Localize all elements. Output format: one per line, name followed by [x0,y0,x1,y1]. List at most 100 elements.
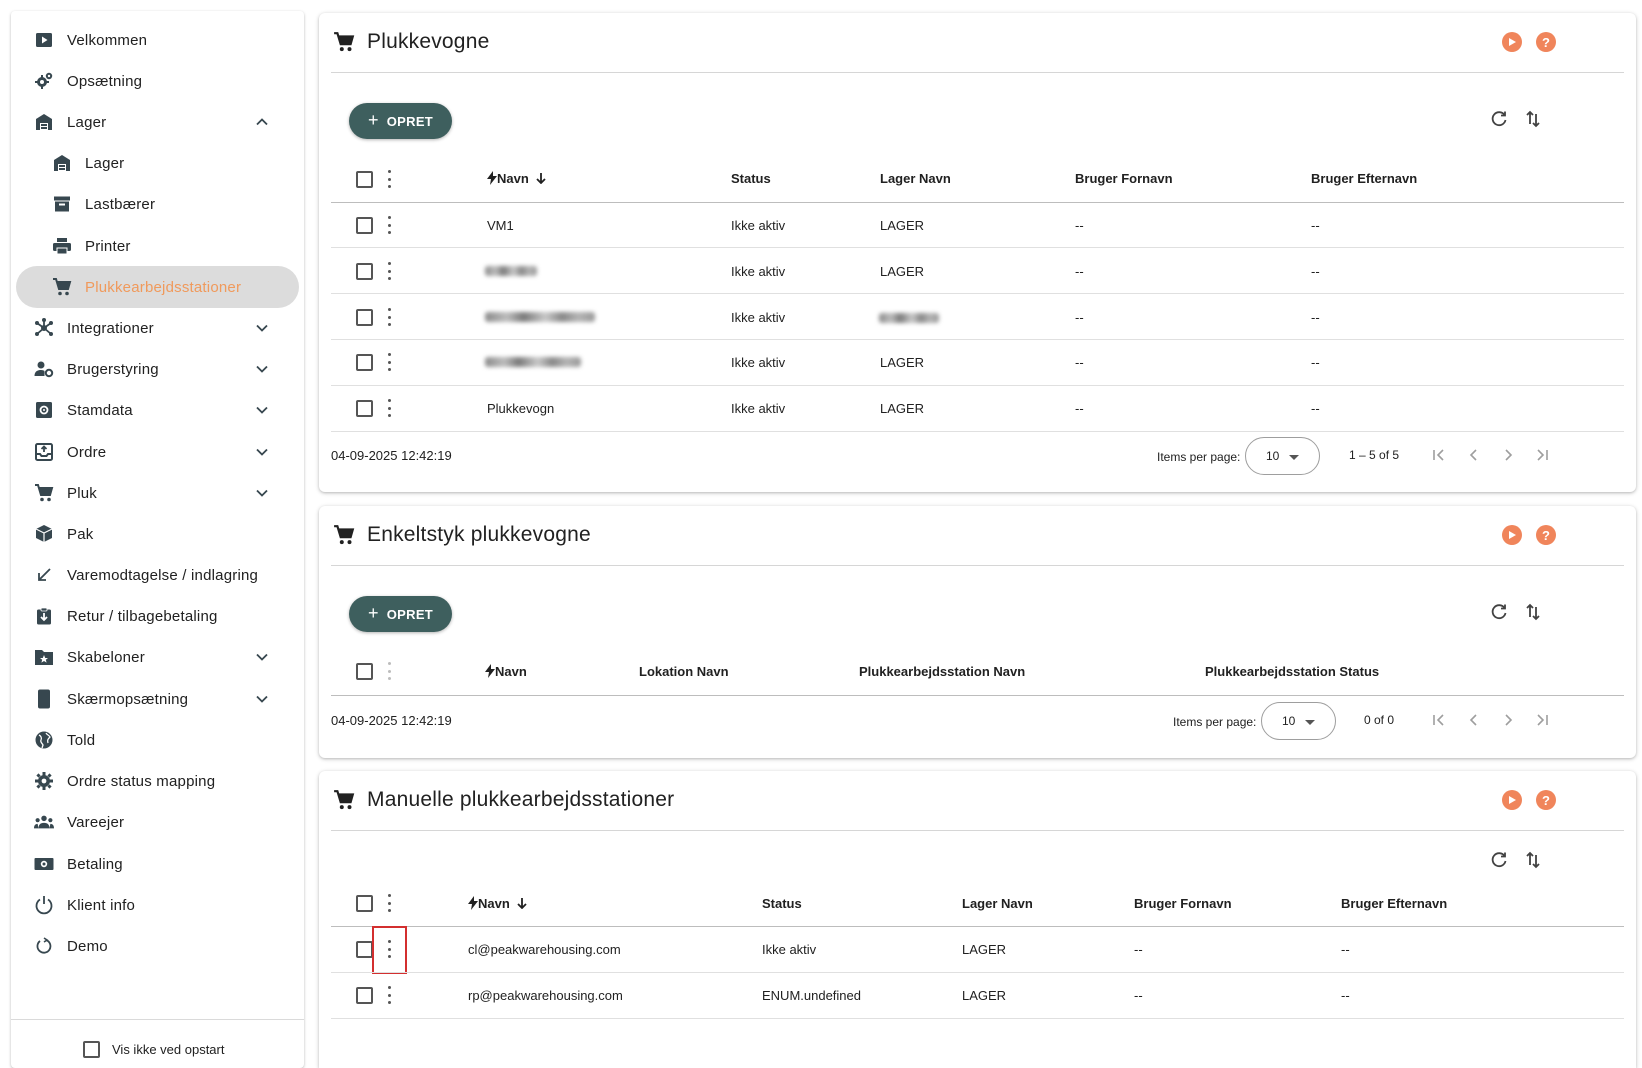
sidebar-item-betaling[interactable]: Betaling [16,843,299,885]
row-checkbox[interactable] [356,309,373,326]
sidebar-item-label: Opsætning [67,72,143,90]
row-menu-icon[interactable] [386,308,392,326]
column-header-bruger-fornavn[interactable]: Bruger Fornavn [1134,896,1232,911]
create-button[interactable]: + OPRET [349,103,452,139]
column-header-navn[interactable]: Navn [487,171,547,186]
play-tutorial-icon[interactable] [1502,525,1522,545]
play-tutorial-icon[interactable] [1502,32,1522,52]
column-header-bruger-efternavn[interactable]: Bruger Efternavn [1311,171,1417,186]
create-button[interactable]: + OPRET [349,596,452,632]
column-header-lager-navn[interactable]: Lager Navn [962,896,1033,911]
sort-icon[interactable] [1523,109,1545,131]
arrow-bottom-left-icon [34,565,54,585]
cell-fornavn: -- [1075,218,1084,233]
sidebar-item-lastbaerer[interactable]: Lastbærer [16,183,299,225]
sidebar-item-stamdata[interactable]: Stamdata [16,389,299,431]
cart-icon [333,31,355,53]
next-page-icon[interactable] [1500,447,1518,465]
first-page-icon[interactable] [1431,447,1449,465]
chevron-down-icon [254,320,270,336]
sidebar-item-opsaetning[interactable]: Opsætning [16,60,299,102]
sort-icon[interactable] [1523,850,1545,872]
row-checkbox[interactable] [356,217,373,234]
select-all-checkbox[interactable] [356,663,373,680]
sidebar-item-printer[interactable]: Printer [16,225,299,267]
row-menu-icon[interactable] [386,986,392,1004]
row-menu-icon[interactable] [386,216,392,234]
sidebar-item-plukkearbejdsstationer[interactable]: Plukkearbejdsstationer [16,266,299,308]
header-divider [331,695,1624,696]
sidebar-item-skabeloner[interactable]: Skabeloner [16,636,299,678]
items-per-page-select[interactable]: 10 [1245,437,1320,475]
sidebar-item-brugerstyring[interactable]: Brugerstyring [16,348,299,390]
next-page-icon[interactable] [1500,712,1518,730]
startup-label: Vis ikke ved opstart [112,1042,225,1057]
column-header-station-navn[interactable]: Plukkearbejdsstation Navn [859,664,1025,679]
sidebar-item-lager-group[interactable]: Lager [16,101,299,143]
column-header-bruger-fornavn[interactable]: Bruger Fornavn [1075,171,1173,186]
previous-page-icon[interactable] [1466,712,1484,730]
cell-lager: LAGER [962,988,1007,1003]
previous-page-icon[interactable] [1466,447,1484,465]
chevron-down-icon [254,485,270,501]
sidebar-item-ordre-status-mapping[interactable]: Ordre status mapping [16,760,299,802]
row-checkbox[interactable] [356,400,373,417]
sidebar-item-varemodtagelse[interactable]: Varemodtagelse / indlagring [16,554,299,596]
row-checkbox[interactable] [356,354,373,371]
help-icon[interactable]: ? [1536,525,1556,545]
items-per-page-select[interactable]: 10 [1261,702,1336,740]
sidebar-item-pluk[interactable]: Pluk [16,472,299,514]
startup-checkbox[interactable] [83,1041,100,1058]
column-header-station-status[interactable]: Plukkearbejdsstation Status [1205,664,1379,679]
sidebar-item-demo[interactable]: Demo [16,925,299,967]
select-all-checkbox[interactable] [356,171,373,188]
redacted-name [485,312,595,322]
sidebar-item-skaermopsaetning[interactable]: Skærmopsætning [16,678,299,720]
column-menu-icon[interactable] [386,170,392,188]
play-tutorial-icon[interactable] [1502,790,1522,810]
sidebar-item-lager[interactable]: Lager [16,142,299,184]
first-page-icon[interactable] [1431,712,1449,730]
help-icon[interactable]: ? [1536,790,1556,810]
column-header-lokation-navn[interactable]: Lokation Navn [639,664,729,679]
help-icon[interactable]: ? [1536,32,1556,52]
hub-icon [34,318,54,338]
row-menu-icon[interactable] [386,399,392,417]
chevron-down-icon [254,649,270,665]
sidebar-item-told[interactable]: Told [16,719,299,761]
cell-efternavn: -- [1311,218,1320,233]
sidebar-item-vareejer[interactable]: Vareejer [16,801,299,843]
row-menu-icon[interactable] [386,353,392,371]
cell-navn: Plukkevogn [487,401,555,416]
refresh-icon[interactable] [1489,850,1511,872]
sidebar-item-integrationer[interactable]: Integrationer [16,307,299,349]
row-divider [331,431,1624,432]
sidebar-item-retur[interactable]: Retur / tilbagebetaling [16,595,299,637]
refresh-icon[interactable] [1489,602,1511,624]
cell-status: ENUM.undefined [762,988,861,1003]
column-header-navn[interactable]: Navn [485,664,527,679]
row-checkbox[interactable] [356,263,373,280]
sidebar-item-ordre[interactable]: Ordre [16,431,299,473]
sidebar-item-pak[interactable]: Pak [16,513,299,555]
sort-icon[interactable] [1523,602,1545,624]
items-per-page-label: Items per page: [1157,450,1241,464]
column-header-bruger-efternavn[interactable]: Bruger Efternavn [1341,896,1447,911]
column-menu-icon[interactable] [386,894,392,912]
row-divider [331,972,1624,973]
column-header-navn[interactable]: Navn [468,896,528,911]
last-page-icon[interactable] [1534,447,1552,465]
sidebar-item-velkommen[interactable]: Velkommen [16,19,299,61]
column-menu-icon[interactable] [386,662,392,680]
select-all-checkbox[interactable] [356,895,373,912]
row-checkbox[interactable] [356,941,373,958]
sidebar-item-klient-info[interactable]: Klient info [16,884,299,926]
last-page-icon[interactable] [1534,712,1552,730]
row-checkbox[interactable] [356,987,373,1004]
redacted-name [485,357,581,367]
column-header-status[interactable]: Status [762,896,802,911]
column-header-lager-navn[interactable]: Lager Navn [880,171,951,186]
row-menu-icon[interactable] [386,262,392,280]
refresh-icon[interactable] [1489,109,1511,131]
column-header-status[interactable]: Status [731,171,771,186]
